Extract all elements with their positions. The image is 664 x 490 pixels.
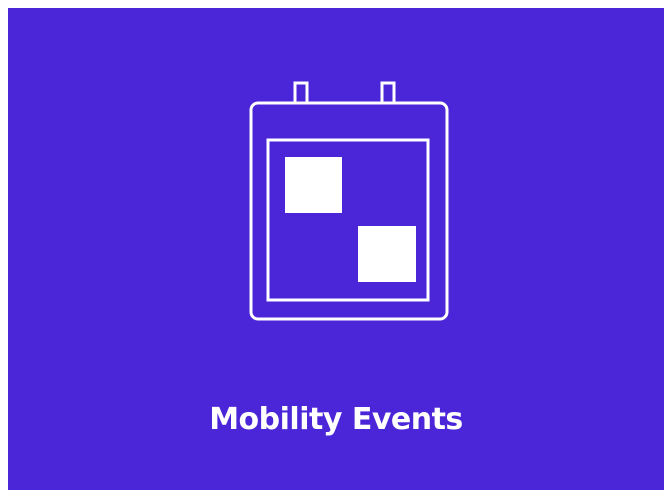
- calendar-ring-right: [380, 81, 396, 105]
- calendar-day-block-2: [358, 226, 416, 282]
- calendar-day-block-1: [285, 157, 342, 213]
- tile-label: Mobility Events: [209, 402, 463, 437]
- calendar-icon: [249, 81, 449, 321]
- mobility-events-tile[interactable]: Mobility Events: [8, 8, 664, 490]
- calendar-outer-frame: [249, 101, 449, 321]
- calendar-ring-left: [293, 81, 309, 105]
